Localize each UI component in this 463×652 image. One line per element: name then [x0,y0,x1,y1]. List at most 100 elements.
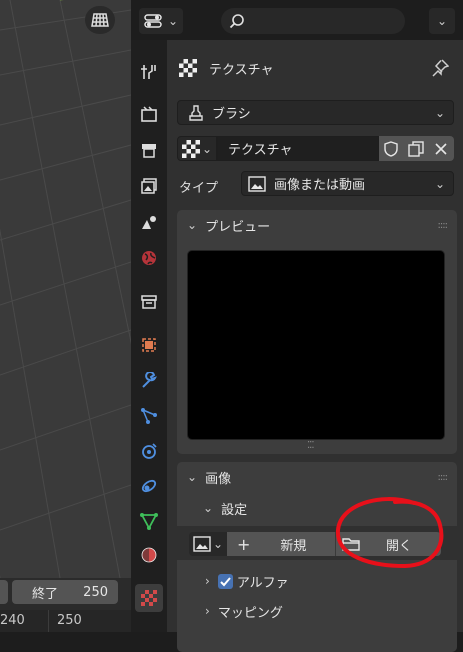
image-icon [193,536,211,552]
grid-view-button[interactable] [85,6,115,34]
timeline-ruler: 240 250 [0,610,131,632]
physics-tab[interactable] [135,437,163,465]
chevron-down-icon: ⌄ [203,501,214,515]
modifier-tab-icon [142,372,157,388]
brush-icon [189,104,203,121]
object-tab-icon [142,338,156,352]
image-title: 画像 [205,471,232,487]
texture-tab-icon [141,590,157,606]
brush-context-label: ブラシ [212,107,251,122]
grid-icon [91,13,109,27]
material-tab-icon [141,547,157,563]
ruler-divider [48,610,49,632]
material-tab[interactable] [135,541,163,569]
fake-user-button[interactable] [379,136,403,161]
data-tab[interactable] [135,507,163,535]
collection-tab[interactable] [135,288,163,316]
checker-icon [182,139,200,158]
image-header[interactable]: ⌄ 画像 :::: [177,462,457,492]
close-icon [435,142,447,155]
unlink-button[interactable] [428,136,454,161]
panel-title: テクスチャ [209,63,274,78]
chevron-down-icon: ⌄ [434,105,445,120]
shield-icon [384,140,398,157]
preview-title: プレビュー [205,219,271,235]
options-button[interactable]: ⌄ [429,8,455,34]
settings-subheader[interactable]: ⌄ 設定 [177,494,457,522]
image-browse-button[interactable]: ⌄ [189,532,227,556]
frame-end-label: 終了 [32,586,59,602]
properties-header: ⌄ ⌄ [131,0,463,40]
world-tab-icon [142,251,156,265]
search-icon [229,14,244,29]
timeline-area: 終了 250 240 250 [0,578,131,632]
frame-end-field[interactable]: 終了 250 [12,580,118,604]
search-input[interactable] [251,12,395,30]
chevron-down-icon: ⌄ [436,14,448,28]
particles-tab[interactable] [135,402,163,430]
preview-header[interactable]: ⌄ プレビュー :::: [177,210,457,240]
new-image-button[interactable]: + 新規 [227,532,335,556]
properties-tab-strip [131,40,167,632]
data-tab-icon [140,513,158,530]
alpha-checkbox[interactable] [217,573,233,589]
properties-editor-icon [144,14,162,28]
ruler-tick-240: 240 [0,613,25,628]
chevron-down-icon: ⌄ [202,141,213,156]
image-section: ⌄ 画像 :::: ⌄ 設定 ⌄ + 新規 開く › アルファ › マッピング [177,462,457,652]
plus-icon: + [237,534,251,554]
texture-name-field[interactable]: テクスチャ [217,136,379,161]
chevron-right-icon: › [205,604,210,618]
output-tab-icon [142,144,156,158]
texture-type-dropdown[interactable]: 画像または動画 ⌄ [241,171,454,196]
alpha-subpanel[interactable]: › アルファ [177,566,457,596]
folder-icon [342,538,360,551]
texture-type-value: 画像または動画 [274,178,366,193]
drag-handle-icon[interactable]: :::: [438,220,449,231]
new-image-label: 新規 [280,538,307,554]
scene-tab[interactable] [135,208,163,236]
constraints-tab[interactable] [135,472,163,500]
chevron-down-icon: ⌄ [167,14,179,28]
chevron-down-icon: ⌄ [212,537,224,551]
mapping-label: マッピング [217,605,283,621]
editor-type-button[interactable]: ⌄ [139,8,183,34]
tool-tab[interactable] [135,58,163,86]
pin-icon[interactable] [431,59,449,77]
preview-image [187,250,445,440]
brush-context-dropdown[interactable]: ブラシ ⌄ [177,100,454,125]
duplicate-icon [407,140,424,157]
view-layer-tab[interactable] [135,172,163,200]
view-layer-tab-icon [141,178,157,194]
texture-name-text: テクスチャ [228,143,293,158]
image-icon [248,175,266,192]
open-image-button[interactable]: 開く [335,532,441,556]
preview-section: ⌄ プレビュー :::: ⁚⁚⁚ [177,210,457,454]
type-label: タイプ [179,181,219,196]
duplicate-button[interactable] [403,136,428,161]
chevron-down-icon: ⌄ [187,218,198,232]
scene-tab-icon [142,216,156,229]
3d-viewport[interactable] [0,0,131,578]
checkmark-icon [220,576,231,586]
texture-browse-button[interactable]: ⌄ [177,136,217,161]
texture-properties-panel: テクスチャ ブラシ ⌄ ⌄ テクスチャ タイプ 画像または動画 ⌄ ⌄ プレビュ… [167,40,463,652]
settings-title: 設定 [221,502,248,518]
collection-tab-icon [141,295,157,309]
drag-handle-icon[interactable]: :::: [438,472,449,483]
viewport-grid [0,0,131,578]
search-field[interactable] [221,8,405,34]
object-tab[interactable] [135,331,163,359]
frame-start-field[interactable] [0,580,8,604]
render-tab[interactable] [135,100,163,128]
world-tab[interactable] [135,244,163,272]
output-tab[interactable] [135,136,163,164]
mapping-subpanel[interactable]: › マッピング [177,596,457,626]
chevron-right-icon: › [205,574,210,588]
constraints-tab-icon [141,479,157,493]
texture-tab[interactable] [135,584,163,612]
modifier-tab[interactable] [135,367,163,395]
preview-resize-handle[interactable]: ⁚⁚⁚ [307,440,314,451]
physics-tab-icon [142,443,157,459]
particles-tab-icon [141,408,157,424]
